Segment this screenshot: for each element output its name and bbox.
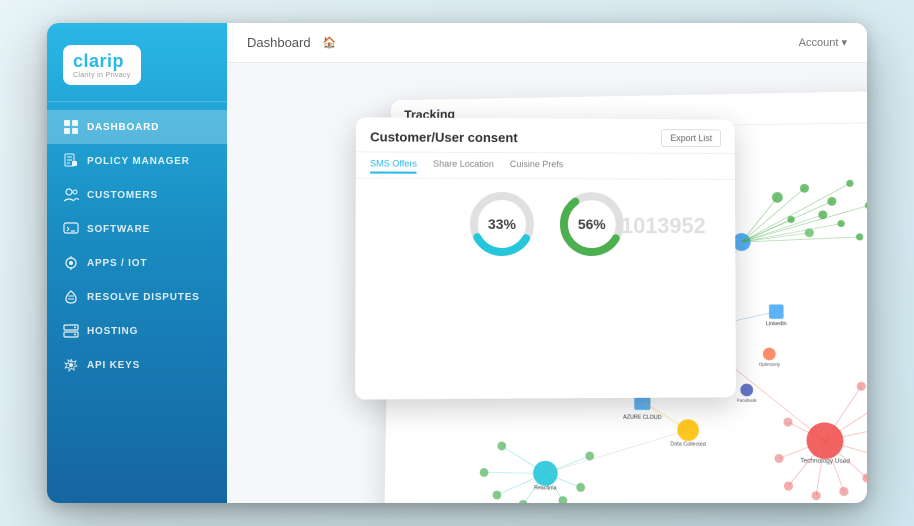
sidebar-item-dashboard[interactable]: DASHBOARD (47, 110, 227, 144)
policy-icon (63, 153, 79, 169)
svg-text:33%: 33% (488, 216, 517, 232)
sidebar-item-software[interactable]: SOFTWARE (47, 212, 227, 246)
consent-body: 33% 56% 1013952 (355, 178, 735, 269)
svg-text:Facebook: Facebook (737, 397, 758, 402)
main-content: Dashboard 🏠 Account ▾ Tracking (227, 23, 867, 503)
logo-tagline: Clarity in Privacy (73, 72, 131, 79)
customers-icon (63, 187, 79, 203)
donut-chart-1: 33% (467, 189, 537, 259)
logo-text: clarip (73, 51, 124, 71)
svg-text:LinkedIn: LinkedIn (766, 321, 787, 327)
disputes-icon (63, 289, 79, 305)
donut-svg-1: 33% (467, 189, 537, 259)
sidebar-label-policy: POLICY MANAGER (87, 156, 190, 167)
sidebar-item-customers[interactable]: CUSTOMERS (47, 178, 227, 212)
topbar-title: Dashboard (247, 35, 311, 50)
sidebar-nav: DASHBOARD POLICY MANAGER (47, 110, 227, 503)
sidebar-label-customers: CUSTOMERS (87, 190, 158, 201)
user-count: 1013952 (621, 213, 706, 239)
sidebar-item-policy[interactable]: POLICY MANAGER (47, 144, 227, 178)
consent-panel: Customer/User consent Export List SMS Of… (355, 117, 736, 399)
sidebar-label-software: SOFTWARE (87, 224, 150, 235)
laptop-wrapper: clarip Clarity in Privacy DASHBOARD (27, 13, 887, 513)
sidebar-item-apps[interactable]: APPS / IOT (47, 246, 227, 280)
dashboard-icon (63, 119, 79, 135)
consent-panel-title: Customer/User consent (370, 129, 518, 145)
svg-text:Optimizely: Optimizely (759, 361, 781, 366)
sidebar-item-api[interactable]: API KEYS (47, 348, 227, 382)
svg-text:56%: 56% (578, 216, 606, 232)
tab-share-location[interactable]: Share Location (433, 159, 494, 174)
apps-icon (63, 255, 79, 271)
sidebar-label-hosting: HOSTING (87, 326, 138, 337)
sidebar-logo: clarip Clarity in Privacy (47, 33, 227, 102)
laptop-screen: clarip Clarity in Privacy DASHBOARD (47, 23, 867, 503)
sidebar-item-hosting[interactable]: HOSTING (47, 314, 227, 348)
consent-tabs: SMS Offers Share Location Cuisine Prefs (356, 152, 735, 179)
tab-sms-offers[interactable]: SMS Offers (370, 158, 417, 173)
sidebar-label-apps: APPS / IOT (87, 258, 147, 269)
sidebar-item-disputes[interactable]: RESOLVE DISPUTES (47, 280, 227, 314)
api-icon (63, 357, 79, 373)
sidebar-label-dashboard: DASHBOARD (87, 122, 159, 133)
topbar: Dashboard 🏠 Account ▾ (227, 23, 867, 63)
software-icon (63, 221, 79, 237)
logo-box: clarip Clarity in Privacy (63, 45, 141, 85)
consent-panel-header: Customer/User consent Export List (356, 117, 735, 154)
svg-text:Data Collected: Data Collected (670, 441, 706, 448)
donut-chart-2: 56% (557, 189, 627, 259)
home-icon[interactable]: 🏠 (323, 36, 337, 49)
sidebar: clarip Clarity in Privacy DASHBOARD (47, 23, 227, 503)
svg-text:AZURE CLOUD: AZURE CLOUD (623, 415, 662, 422)
account-menu[interactable]: Account ▾ (799, 36, 847, 49)
sidebar-label-disputes: RESOLVE DISPUTES (87, 292, 200, 303)
tab-cuisine-prefs[interactable]: Cuisine Prefs (510, 159, 563, 174)
svg-text:Reactima: Reactima (534, 485, 556, 492)
svg-text:Technology Used: Technology Used (800, 457, 850, 465)
hosting-icon (63, 323, 79, 339)
dashboard-panels: Tracking (227, 63, 867, 503)
sidebar-label-api: API KEYS (87, 360, 140, 371)
export-list-button[interactable]: Export List (661, 129, 721, 147)
donut-svg-2: 56% (557, 189, 627, 259)
